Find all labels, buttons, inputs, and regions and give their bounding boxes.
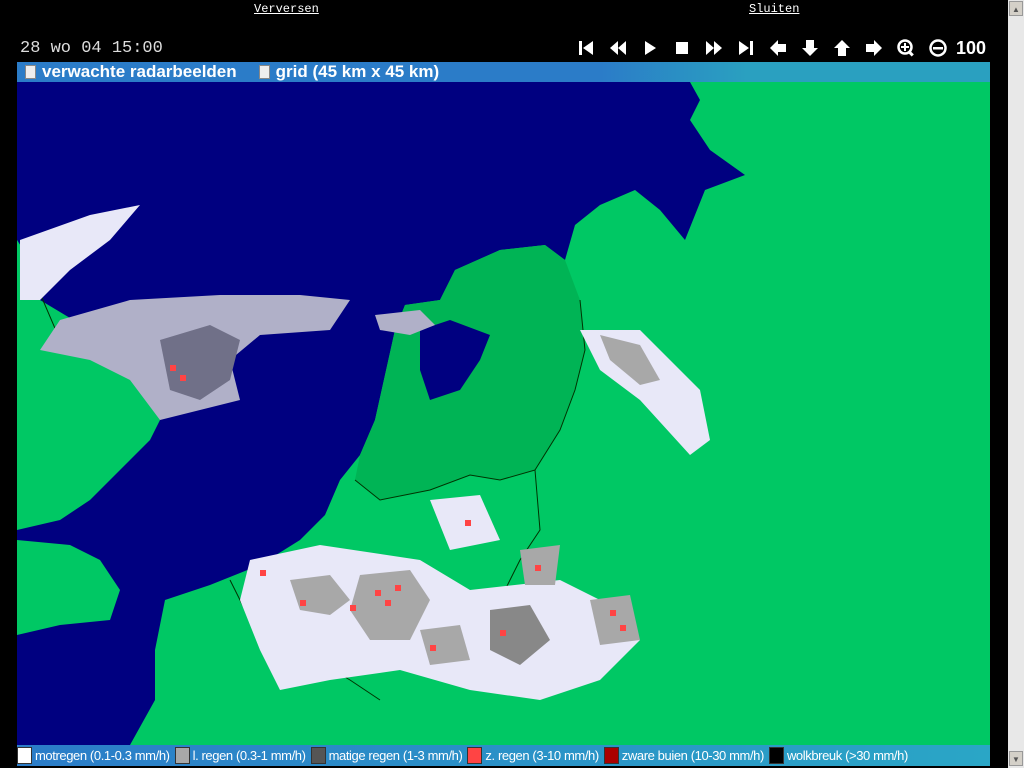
stop-button[interactable]	[666, 37, 698, 59]
precipitation-legend: motregen (0.1-0.3 mm/h) l. regen (0.3-1 m…	[17, 745, 990, 766]
legend-swatch	[17, 747, 32, 764]
zoom-in-icon	[897, 39, 914, 57]
pan-left-icon	[770, 40, 786, 56]
forecast-label: verwachte radarbeelden	[42, 62, 237, 81]
zoom-out-icon	[929, 39, 947, 57]
radar-timestamp: 28 wo 04 15:00	[20, 39, 163, 58]
pan-down-icon	[802, 40, 818, 56]
options-bar: verwachte radarbeelden grid (45 km x 45 …	[17, 62, 990, 82]
legend-item: wolkbreuk (>30 mm/h)	[768, 747, 908, 764]
legend-label: z. regen (3-10 mm/h)	[485, 748, 599, 763]
forecast-checkbox[interactable]	[25, 65, 36, 79]
legend-item: zware buien (10-30 mm/h)	[603, 747, 765, 764]
zoom-in-button[interactable]	[890, 37, 922, 59]
legend-item: z. regen (3-10 mm/h)	[467, 747, 599, 764]
stop-icon	[676, 42, 688, 54]
refresh-link[interactable]: Verversen	[254, 2, 319, 16]
legend-label: matige regen (1-3 mm/h)	[328, 748, 463, 763]
pan-right-icon	[866, 40, 882, 56]
legend-swatch	[174, 747, 190, 764]
fast-forward-icon	[706, 41, 722, 55]
playback-controls: 100	[570, 37, 986, 59]
grid-label: grid (45 km x 45 km)	[275, 62, 440, 81]
legend-label: l. regen (0.3-1 mm/h)	[192, 748, 306, 763]
last-frame-button[interactable]	[730, 37, 762, 59]
map-canvas	[17, 62, 990, 766]
legend-label: motregen (0.1-0.3 mm/h)	[35, 748, 170, 763]
zoom-out-button[interactable]	[922, 37, 954, 59]
legend-label: zware buien (10-30 mm/h)	[621, 748, 765, 763]
scroll-up-button[interactable]: ▲	[1009, 1, 1023, 16]
legend-swatch	[467, 747, 483, 764]
pan-down-button[interactable]	[794, 37, 826, 59]
pan-up-icon	[834, 40, 850, 56]
legend-swatch	[768, 747, 784, 764]
forecast-toggle[interactable]: verwachte radarbeelden	[25, 62, 237, 82]
zoom-level: 100	[956, 37, 987, 58]
legend-item: l. regen (0.3-1 mm/h)	[174, 747, 306, 764]
pan-left-button[interactable]	[762, 37, 794, 59]
vertical-scrollbar[interactable]: ▲ ▼	[1008, 0, 1024, 768]
rewind-button[interactable]	[602, 37, 634, 59]
grid-toggle[interactable]: grid (45 km x 45 km)	[258, 62, 440, 82]
legend-item: motregen (0.1-0.3 mm/h)	[17, 747, 170, 764]
first-frame-button[interactable]	[570, 37, 602, 59]
legend-swatch	[310, 747, 326, 764]
play-icon	[645, 41, 656, 55]
scroll-down-button[interactable]: ▼	[1009, 751, 1023, 766]
close-link[interactable]: Sluiten	[749, 2, 799, 16]
first-frame-icon	[579, 41, 593, 55]
legend-label: wolkbreuk (>30 mm/h)	[786, 748, 908, 763]
play-button[interactable]	[634, 37, 666, 59]
pan-up-button[interactable]	[826, 37, 858, 59]
legend-item: matige regen (1-3 mm/h)	[310, 747, 463, 764]
radar-map[interactable]	[17, 62, 990, 766]
fast-forward-button[interactable]	[698, 37, 730, 59]
legend-swatch	[603, 747, 619, 764]
pan-right-button[interactable]	[858, 37, 890, 59]
rewind-icon	[610, 41, 626, 55]
last-frame-icon	[739, 41, 753, 55]
grid-checkbox[interactable]	[258, 65, 270, 79]
